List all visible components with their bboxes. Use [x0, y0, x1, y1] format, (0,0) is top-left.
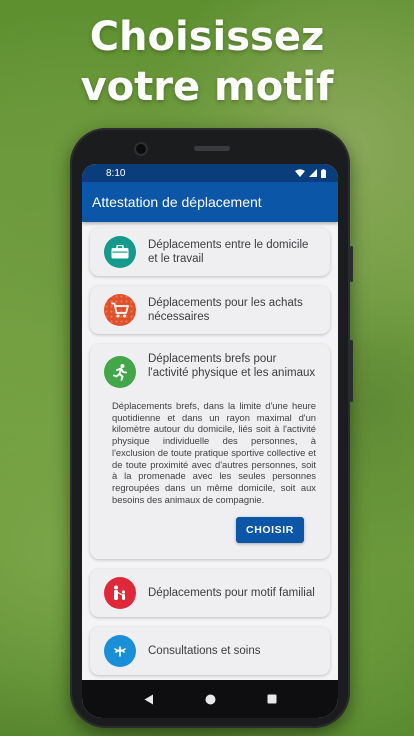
reason-label: Déplacements pour motif familial: [148, 587, 315, 600]
app-title: Attestation de déplacement: [92, 194, 262, 210]
power-button: [350, 246, 353, 282]
front-camera: [136, 144, 146, 154]
reason-list[interactable]: Déplacements entre le domicile et le tra…: [82, 222, 338, 676]
running-person-icon: [104, 356, 136, 388]
headline-line-1: Choisissez: [89, 14, 325, 60]
reason-card-work[interactable]: Déplacements entre le domicile et le tra…: [90, 228, 330, 276]
recent-apps-icon[interactable]: [267, 694, 277, 704]
choose-button[interactable]: CHOISIR: [236, 517, 304, 544]
back-icon[interactable]: [144, 694, 154, 705]
shopping-cart-icon: [104, 294, 136, 326]
reason-card-family[interactable]: Déplacements pour motif familial: [90, 569, 330, 618]
medical-icon: [104, 635, 136, 668]
reason-label: Déplacements pour les achats nécessaires: [148, 297, 303, 323]
family-icon: [104, 577, 136, 610]
status-bar: 8:10: [82, 164, 338, 182]
reason-label: Déplacements brefs pour l'activité physi…: [148, 353, 316, 379]
status-time: 8:10: [106, 167, 126, 179]
home-icon[interactable]: [205, 694, 216, 705]
reason-card-health[interactable]: Consultations et soins: [90, 627, 330, 676]
cell-signal-icon: [309, 169, 317, 177]
reason-description: Déplacements brefs, dans la limite d'une…: [112, 400, 316, 505]
reason-label: Déplacements entre le domicile et le tra…: [148, 239, 309, 265]
phone-frame: 8:10 Attestation de déplacement Déplacem…: [70, 128, 353, 728]
reason-card-shopping[interactable]: Déplacements pour les achats nécessaires: [90, 286, 330, 334]
headline-line-2: votre motif: [80, 64, 334, 110]
reason-label: Consultations et soins: [148, 645, 261, 658]
reason-card-exercise[interactable]: Déplacements brefs pour l'activité physi…: [90, 344, 330, 560]
volume-button: [350, 340, 353, 402]
android-nav-bar: [82, 680, 338, 718]
wifi-icon: [295, 169, 305, 177]
phone-screen: 8:10 Attestation de déplacement Déplacem…: [82, 164, 338, 718]
status-icons: [295, 168, 326, 178]
earpiece-speaker: [194, 146, 230, 151]
promo-headline: Choisissez votre motif: [0, 12, 414, 112]
battery-icon: [321, 168, 326, 178]
briefcase-icon: [104, 236, 136, 268]
app-bar: Attestation de déplacement: [82, 182, 338, 222]
